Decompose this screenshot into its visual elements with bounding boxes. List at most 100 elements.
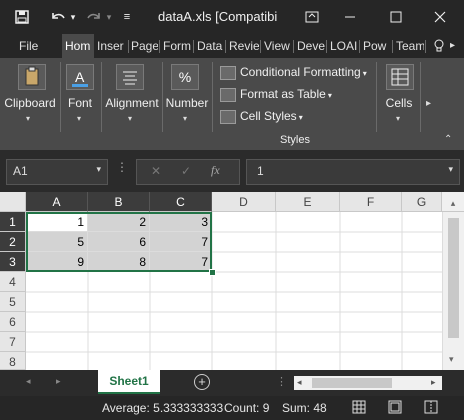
- undo-icon[interactable]: [48, 0, 68, 34]
- sheet-tab-bar: ◂ ▸ Sheet1 + ⋮ ◂ ▸: [0, 370, 464, 396]
- more-tabs-icon[interactable]: ▸: [450, 34, 460, 58]
- horizontal-scrollbar[interactable]: ◂ ▸: [294, 376, 442, 390]
- row-header-4[interactable]: 4: [0, 272, 26, 292]
- number-button[interactable]: Number: [164, 96, 210, 110]
- row-header-3[interactable]: 3: [0, 252, 26, 272]
- minimize-icon[interactable]: [338, 0, 362, 34]
- title-bar: ▾ ▾ ≡ dataA.xls [Compatibil...: [0, 0, 464, 34]
- scroll-right-icon[interactable]: ▸: [431, 377, 436, 388]
- cell-styles-icon: [220, 109, 236, 124]
- cell-styles-button[interactable]: Cell Styles ▾: [220, 106, 303, 126]
- tab-review[interactable]: Revie: [229, 34, 259, 58]
- tab-load-test[interactable]: LOAI: [330, 34, 358, 58]
- tab-home[interactable]: Hom: [62, 34, 94, 58]
- sheet-tab-sheet1[interactable]: Sheet1: [98, 370, 160, 394]
- tab-page-layout[interactable]: Page: [131, 34, 158, 58]
- format-as-table-icon: [220, 87, 236, 102]
- alignment-button[interactable]: Alignment: [103, 96, 161, 110]
- ribbon-tabs: File Hom Inser Page Form Data Revie View…: [0, 34, 464, 58]
- formula-input[interactable]: 1 ▾: [246, 159, 460, 185]
- tab-split-handle[interactable]: ⋮: [276, 375, 287, 388]
- scroll-up-icon[interactable]: ▴: [442, 192, 464, 212]
- window-title: dataA.xls [Compatibil...: [158, 9, 278, 24]
- page-layout-view-icon[interactable]: [388, 400, 402, 417]
- normal-view-icon[interactable]: [352, 400, 366, 417]
- chevron-down-icon: ▾: [183, 114, 188, 123]
- horizontal-scroll-thumb[interactable]: [312, 378, 392, 388]
- chevron-down-icon: ▾: [128, 114, 133, 123]
- column-header-d[interactable]: D: [212, 192, 276, 212]
- column-header-c[interactable]: C: [150, 192, 212, 212]
- cells-icon[interactable]: [386, 64, 414, 90]
- redo-dropdown-icon[interactable]: ▾: [104, 0, 114, 34]
- vertical-scroll-thumb[interactable]: [448, 218, 459, 338]
- collapse-ribbon-icon[interactable]: ⌃: [444, 134, 452, 145]
- insert-function-icon[interactable]: fx: [211, 163, 220, 178]
- row-header-8[interactable]: 8: [0, 352, 26, 370]
- chevron-down-icon: ▾: [396, 114, 401, 123]
- worksheet-grid[interactable]: A B C D E F G ▴ 1 2 3 4 5 6 7 8 1 2 3 5 …: [0, 192, 464, 370]
- select-all-corner[interactable]: [0, 192, 26, 212]
- tab-data[interactable]: Data: [197, 34, 223, 58]
- row-header-1[interactable]: 1: [0, 212, 26, 232]
- close-icon[interactable]: [428, 0, 452, 34]
- name-box[interactable]: A1 ▾: [6, 159, 108, 185]
- status-average: Average: 5.333333333: [102, 401, 224, 415]
- tab-team[interactable]: Team: [396, 34, 424, 58]
- customize-qat-icon[interactable]: ≡: [120, 0, 134, 34]
- row-header-5[interactable]: 5: [0, 292, 26, 312]
- column-header-b[interactable]: B: [88, 192, 150, 212]
- format-as-table-button[interactable]: Format as Table ▾: [220, 84, 332, 104]
- font-icon[interactable]: A: [66, 64, 94, 90]
- save-icon[interactable]: [12, 0, 32, 34]
- sheet-scroll-left-icon[interactable]: ◂: [26, 376, 31, 387]
- tab-power-pivot[interactable]: Pow: [363, 34, 391, 58]
- new-sheet-icon[interactable]: +: [194, 374, 210, 390]
- status-bar: Average: 5.333333333 Count: 9 Sum: 48: [0, 396, 464, 420]
- column-header-g[interactable]: G: [402, 192, 442, 212]
- chevron-down-icon: ▾: [96, 164, 101, 174]
- tab-view[interactable]: View: [264, 34, 292, 58]
- cells-button[interactable]: Cells: [380, 96, 418, 110]
- formula-bar-options-icon[interactable]: ⋮: [116, 160, 128, 174]
- fill-handle[interactable]: [209, 269, 216, 276]
- percent-icon[interactable]: %: [171, 64, 199, 90]
- format-as-table-label: Format as Table: [240, 87, 326, 101]
- status-count: Count: 9: [224, 401, 270, 415]
- scroll-down-icon[interactable]: ▾: [449, 354, 454, 365]
- row-header-2[interactable]: 2: [0, 232, 26, 252]
- font-button[interactable]: Font: [62, 96, 98, 110]
- column-header-a[interactable]: A: [26, 192, 88, 212]
- maximize-icon[interactable]: [384, 0, 408, 34]
- conditional-formatting-button[interactable]: Conditional Formatting ▾: [220, 62, 367, 82]
- sheet-scroll-right-icon[interactable]: ▸: [56, 376, 61, 387]
- conditional-formatting-icon: [220, 65, 236, 80]
- ribbon-display-options-icon[interactable]: [300, 0, 324, 34]
- expand-formula-bar-icon[interactable]: ▾: [448, 164, 453, 175]
- redo-icon[interactable]: [84, 0, 104, 34]
- lightbulb-icon[interactable]: [434, 34, 448, 58]
- page-break-view-icon[interactable]: [424, 400, 438, 417]
- formula-bar: A1 ▾ ⋮ ✕ ✓ fx 1 ▾: [0, 150, 464, 192]
- column-header-e[interactable]: E: [276, 192, 340, 212]
- conditional-formatting-label: Conditional Formatting: [240, 65, 361, 79]
- status-sum: Sum: 48: [282, 401, 327, 415]
- tab-insert[interactable]: Inser: [97, 34, 127, 58]
- tab-developer[interactable]: Deve: [297, 34, 325, 58]
- enter-icon[interactable]: ✓: [181, 164, 191, 178]
- row-header-6[interactable]: 6: [0, 312, 26, 332]
- clipboard-icon[interactable]: [18, 64, 46, 90]
- cancel-icon[interactable]: ✕: [151, 164, 161, 178]
- clipboard-button[interactable]: Clipboard: [2, 96, 58, 110]
- undo-dropdown-icon[interactable]: ▾: [68, 0, 78, 34]
- tab-file[interactable]: File: [19, 34, 45, 58]
- cell-styles-label: Cell Styles: [240, 109, 297, 123]
- alignment-icon[interactable]: [116, 64, 144, 90]
- chevron-down-icon: ▾: [77, 114, 82, 123]
- tab-formulas[interactable]: Form: [163, 34, 191, 58]
- row-header-7[interactable]: 7: [0, 332, 26, 352]
- column-header-f[interactable]: F: [340, 192, 402, 212]
- scroll-left-icon[interactable]: ◂: [297, 377, 302, 388]
- vertical-scrollbar[interactable]: ▾: [442, 212, 464, 370]
- ribbon-scroll-right-icon[interactable]: ▸: [426, 98, 431, 109]
